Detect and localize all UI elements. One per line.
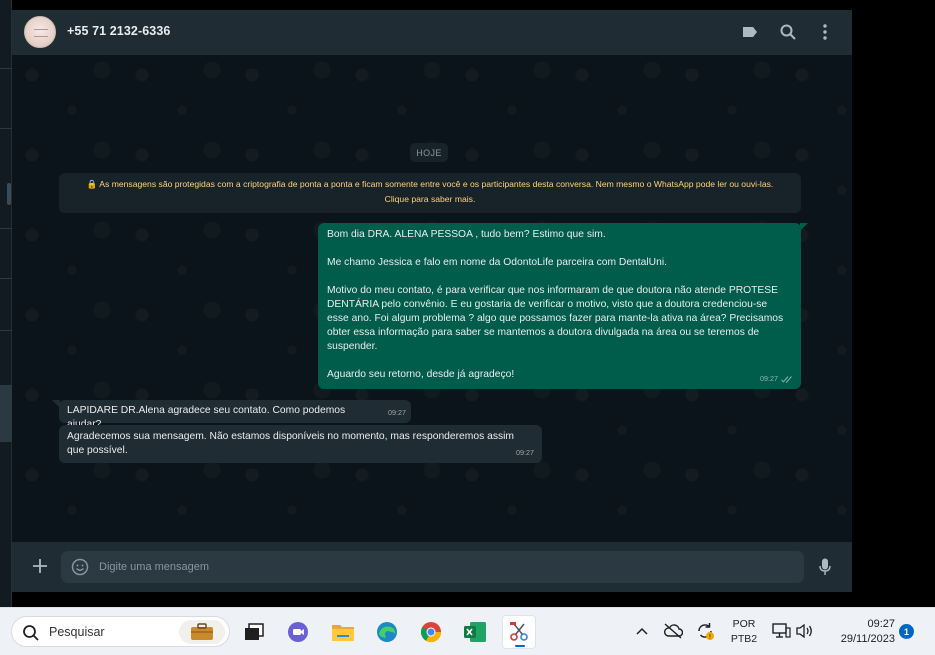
- search-icon[interactable]: [779, 23, 797, 41]
- notification-badge[interactable]: 1: [899, 624, 914, 639]
- message-time: 09:27: [388, 408, 406, 417]
- active-app-indicator: [515, 645, 525, 647]
- message-meta: 09:27: [516, 446, 534, 460]
- language-code: POR: [732, 618, 756, 630]
- message-time: 09:27: [760, 374, 778, 383]
- incoming-message[interactable]: LAPIDARE DR.Alena agradece seu contato. …: [59, 400, 411, 430]
- encryption-notice[interactable]: 🔒 As mensagens são protegidas com a crip…: [59, 173, 801, 213]
- message-paragraph: Aguardo seu retorno, desde já agradeço!: [327, 369, 515, 380]
- message-paragraph: Me chamo Jessica e falo em nome da Odont…: [327, 257, 667, 268]
- selected-chat-edge[interactable]: [0, 385, 12, 442]
- message-meta: 09:27: [760, 372, 793, 386]
- search-label: Pesquisar: [49, 625, 105, 639]
- clock-time: 09:27: [867, 618, 895, 630]
- taskbar-clock[interactable]: 09:27 29/11/2023: [825, 617, 895, 647]
- whatsapp-window: +55 71 2132-6336 HOJE 🔒 As mensagens são…: [12, 10, 852, 592]
- outgoing-message[interactable]: Bom dia DRA. ALENA PESSOA , tudo bem? Es…: [318, 223, 801, 389]
- message-input[interactable]: [99, 551, 789, 583]
- chevron-up-icon[interactable]: [632, 621, 652, 641]
- double-check-icon: [781, 375, 792, 383]
- message-paragraph: Motivo do meu contato, é para verificar …: [327, 285, 784, 352]
- attach-plus-icon[interactable]: [30, 556, 50, 576]
- chrome-browser-icon[interactable]: [414, 615, 448, 649]
- input-language-indicator[interactable]: POR PTB2: [728, 617, 760, 647]
- briefcase-icon: [179, 620, 225, 644]
- taskbar-search[interactable]: Pesquisar: [11, 616, 230, 647]
- clock-date: 29/11/2023: [840, 633, 895, 645]
- windows-taskbar: Pesquisar ! POR PTB2 09:27 29/11/2023 1: [0, 607, 935, 655]
- file-explorer-icon[interactable]: [326, 615, 360, 649]
- excel-icon[interactable]: [458, 615, 492, 649]
- outgoing-bubble-tail: [800, 223, 808, 231]
- incoming-message[interactable]: Agradecemos sua mensagem. Não estamos di…: [59, 425, 542, 463]
- emoji-icon[interactable]: [71, 558, 89, 576]
- top-edge: [12, 0, 852, 10]
- message-time: 09:27: [516, 448, 534, 457]
- onedrive-offline-icon[interactable]: [663, 621, 683, 641]
- message-meta: 09:27: [388, 406, 406, 420]
- network-icon[interactable]: [771, 621, 791, 641]
- chat-header: +55 71 2132-6336: [12, 10, 852, 55]
- search-icon: [23, 625, 39, 641]
- edge-browser-icon[interactable]: [370, 615, 404, 649]
- desktop-edge: [852, 0, 935, 607]
- volume-icon[interactable]: [795, 621, 815, 641]
- contact-avatar[interactable]: [24, 16, 56, 48]
- scrollbar-thumb[interactable]: [7, 183, 11, 205]
- message-text: Agradecemos sua mensagem. Não estamos di…: [67, 431, 514, 456]
- date-divider: HOJE: [410, 143, 448, 162]
- message-paragraph: Bom dia DRA. ALENA PESSOA , tudo bem? Es…: [327, 229, 606, 240]
- task-view-icon[interactable]: [237, 615, 271, 649]
- teams-chat-icon[interactable]: [281, 615, 315, 649]
- label-icon[interactable]: [741, 23, 759, 41]
- keyboard-layout: PTB2: [730, 633, 758, 645]
- microphone-icon[interactable]: [816, 557, 834, 577]
- chat-list-edge: [0, 0, 12, 607]
- composer-bar: [12, 542, 852, 592]
- contact-name[interactable]: +55 71 2132-6336: [67, 24, 170, 38]
- sync-warning-icon[interactable]: !: [695, 621, 715, 641]
- svg-text:!: !: [709, 634, 711, 641]
- menu-dots-icon[interactable]: [816, 23, 834, 41]
- snipping-tool-icon[interactable]: [502, 615, 536, 649]
- message-input-wrapper: [61, 551, 804, 583]
